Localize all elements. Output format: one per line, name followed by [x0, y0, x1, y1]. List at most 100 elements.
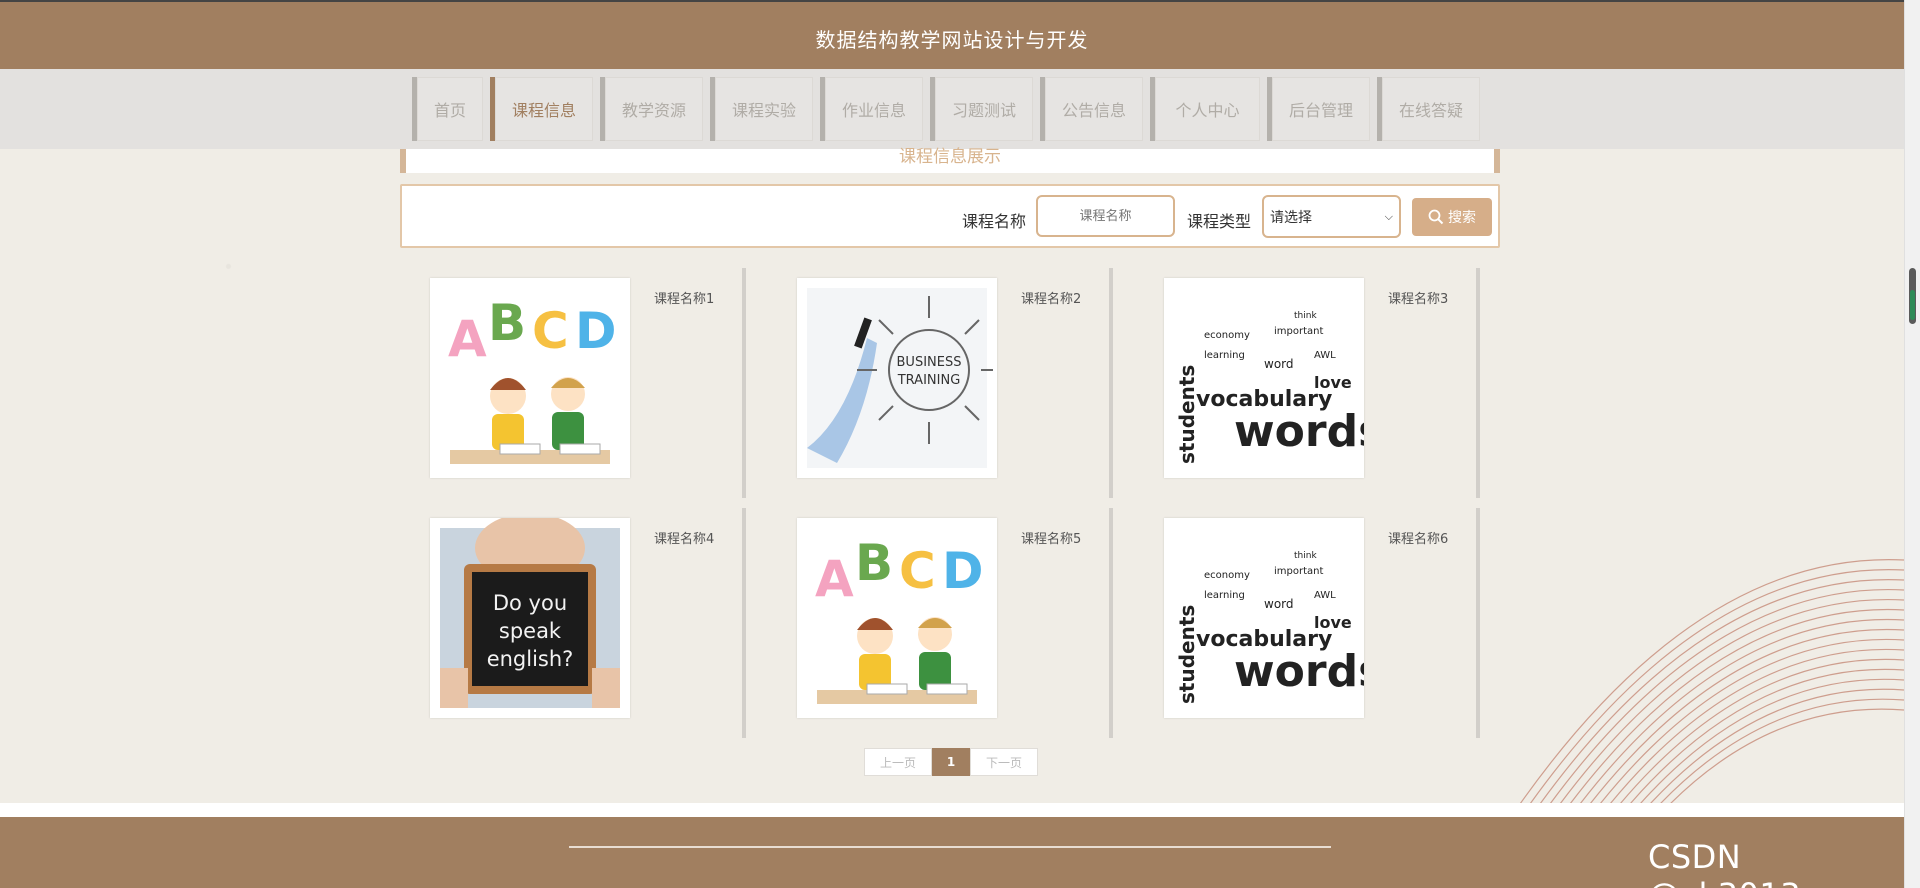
course-image-6[interactable]: vocabulary words students love economy i…	[1164, 518, 1364, 718]
course-name-6[interactable]: 课程名称6	[1388, 528, 1448, 547]
svg-text:words: words	[1234, 646, 1364, 697]
card-divider	[742, 508, 746, 738]
course-card-3[interactable]: vocabulary words students love economy i…	[1134, 270, 1464, 500]
next-page-button[interactable]: 下一页	[970, 748, 1038, 776]
nav-item-qa[interactable]: 在线答疑	[1377, 77, 1480, 141]
main-nav: 首页 课程信息 教学资源 课程实验 作业信息 习题测试 公告信息 个人中心 后台…	[0, 69, 1904, 149]
svg-text:B: B	[488, 294, 526, 352]
svg-text:D: D	[575, 302, 617, 360]
svg-text:important: important	[1274, 566, 1323, 577]
course-card-2[interactable]: BUSINESS TRAINING 课程名称2	[767, 270, 1097, 500]
site-title: 数据结构教学网站设计与开发	[815, 28, 1089, 52]
course-name-4[interactable]: 课程名称4	[654, 528, 714, 547]
section-title: 课程信息展示	[400, 149, 1500, 173]
svg-text:important: important	[1274, 326, 1323, 337]
abc-kids-image: A B C D	[430, 278, 630, 478]
card-divider	[742, 268, 746, 498]
nav-item-profile[interactable]: 个人中心	[1150, 77, 1260, 141]
svg-text:TRAINING: TRAINING	[897, 373, 961, 388]
page-1-button[interactable]: 1	[932, 748, 970, 776]
course-image-1[interactable]: A B C D	[430, 278, 630, 478]
site-header: 数据结构教学网站设计与开发	[0, 0, 1904, 69]
chevron-down-icon: ⌵	[1384, 209, 1393, 223]
nav-item-label: 教学资源	[621, 101, 686, 120]
vocabulary-words-image: vocabulary words students love economy i…	[1164, 278, 1364, 478]
course-card-6[interactable]: vocabulary words students love economy i…	[1134, 510, 1464, 740]
course-type-selected: 请选择	[1270, 209, 1312, 226]
course-name-1[interactable]: 课程名称1	[654, 288, 714, 307]
svg-text:think: think	[1294, 311, 1317, 321]
nav-item-label: 课程信息	[511, 101, 576, 120]
svg-text:word: word	[1264, 597, 1294, 611]
course-name-input[interactable]	[1036, 195, 1175, 237]
svg-text:students: students	[1175, 605, 1199, 704]
search-icon	[1428, 209, 1444, 225]
vertical-scrollbar[interactable]	[1904, 0, 1920, 888]
nav-item-courses[interactable]: 课程信息	[490, 77, 593, 141]
svg-text:B: B	[855, 534, 893, 592]
svg-text:english?: english?	[487, 647, 574, 671]
nav-item-experiments[interactable]: 课程实验	[710, 77, 813, 141]
nav-item-resources[interactable]: 教学资源	[600, 77, 703, 141]
course-name-3[interactable]: 课程名称3	[1388, 288, 1448, 307]
section-title-text: 课程信息展示	[899, 147, 1001, 167]
svg-text:C: C	[532, 302, 569, 360]
abc-kids-image: A B C D	[797, 518, 997, 718]
svg-text:economy: economy	[1204, 330, 1250, 341]
site-footer	[0, 817, 1904, 888]
nav-item-label: 公告信息	[1061, 101, 1126, 120]
course-image-3[interactable]: vocabulary words students love economy i…	[1164, 278, 1364, 478]
pagination: 上一页 1 下一页	[864, 748, 1038, 778]
nav-item-homework[interactable]: 作业信息	[820, 77, 923, 141]
course-image-4[interactable]: Do you speak english?	[430, 518, 630, 718]
nav-item-label: 习题测试	[951, 101, 1016, 120]
card-divider	[1109, 268, 1113, 498]
nav-item-home[interactable]: 首页	[412, 77, 483, 141]
course-card-4[interactable]: Do you speak english? 课程名称4	[400, 510, 730, 740]
prev-page-button[interactable]: 上一页	[864, 748, 932, 776]
svg-text:speak: speak	[499, 619, 562, 643]
search-button-label: 搜索	[1448, 210, 1476, 226]
watermark: CSDN @ck3013	[1648, 838, 1801, 888]
course-card-5[interactable]: A B C D 课程名称5	[767, 510, 1097, 740]
nav-item-tests[interactable]: 习题测试	[930, 77, 1033, 141]
footer-divider	[569, 846, 1331, 848]
nav-item-label: 作业信息	[841, 101, 906, 120]
card-divider	[1476, 268, 1480, 498]
svg-text:Do you: Do you	[493, 591, 567, 615]
course-name-5[interactable]: 课程名称5	[1021, 528, 1081, 547]
svg-text:students: students	[1175, 365, 1199, 464]
course-name-label: 课程名称	[962, 212, 1027, 231]
svg-text:love: love	[1314, 373, 1352, 392]
nav-item-label: 后台管理	[1288, 101, 1353, 120]
search-button[interactable]: 搜索	[1412, 198, 1492, 236]
card-divider	[1109, 508, 1113, 738]
svg-text:BUSINESS: BUSINESS	[897, 355, 962, 370]
nav-items: 首页 课程信息 教学资源 课程实验 作业信息 习题测试 公告信息 个人中心 后台…	[412, 77, 1480, 141]
course-image-5[interactable]: A B C D	[797, 518, 997, 718]
svg-text:A: A	[448, 310, 487, 368]
svg-text:words: words	[1234, 406, 1364, 457]
svg-text:economy: economy	[1204, 570, 1250, 581]
course-image-2[interactable]: BUSINESS TRAINING	[797, 278, 997, 478]
scrollbar-accent	[1910, 290, 1915, 320]
svg-text:A: A	[815, 550, 854, 608]
business-training-image: BUSINESS TRAINING	[797, 278, 997, 478]
vocabulary-words-image: vocabulary words students love economy i…	[1164, 518, 1364, 718]
svg-text:C: C	[899, 542, 936, 600]
nav-item-label: 在线答疑	[1398, 101, 1463, 120]
svg-text:D: D	[942, 542, 984, 600]
search-bar: 课程名称 课程类型 请选择 ⌵ 搜索	[400, 184, 1500, 248]
svg-text:AWL: AWL	[1314, 590, 1336, 601]
decorative-arcs	[1519, 559, 1904, 804]
nav-item-notices[interactable]: 公告信息	[1040, 77, 1143, 141]
nav-item-label: 个人中心	[1175, 101, 1240, 120]
page: 数据结构教学网站设计与开发 首页 课程信息 教学资源 课程实验 作业信息 习题测…	[0, 0, 1904, 888]
course-name-2[interactable]: 课程名称2	[1021, 288, 1081, 307]
nav-item-label: 首页	[433, 101, 466, 120]
speak-english-image: Do you speak english?	[430, 518, 630, 718]
card-divider	[1476, 508, 1480, 738]
course-type-select[interactable]: 请选择 ⌵	[1262, 195, 1401, 238]
nav-item-admin[interactable]: 后台管理	[1267, 77, 1370, 141]
course-card-1[interactable]: A B C D 课程名称1	[400, 270, 730, 500]
